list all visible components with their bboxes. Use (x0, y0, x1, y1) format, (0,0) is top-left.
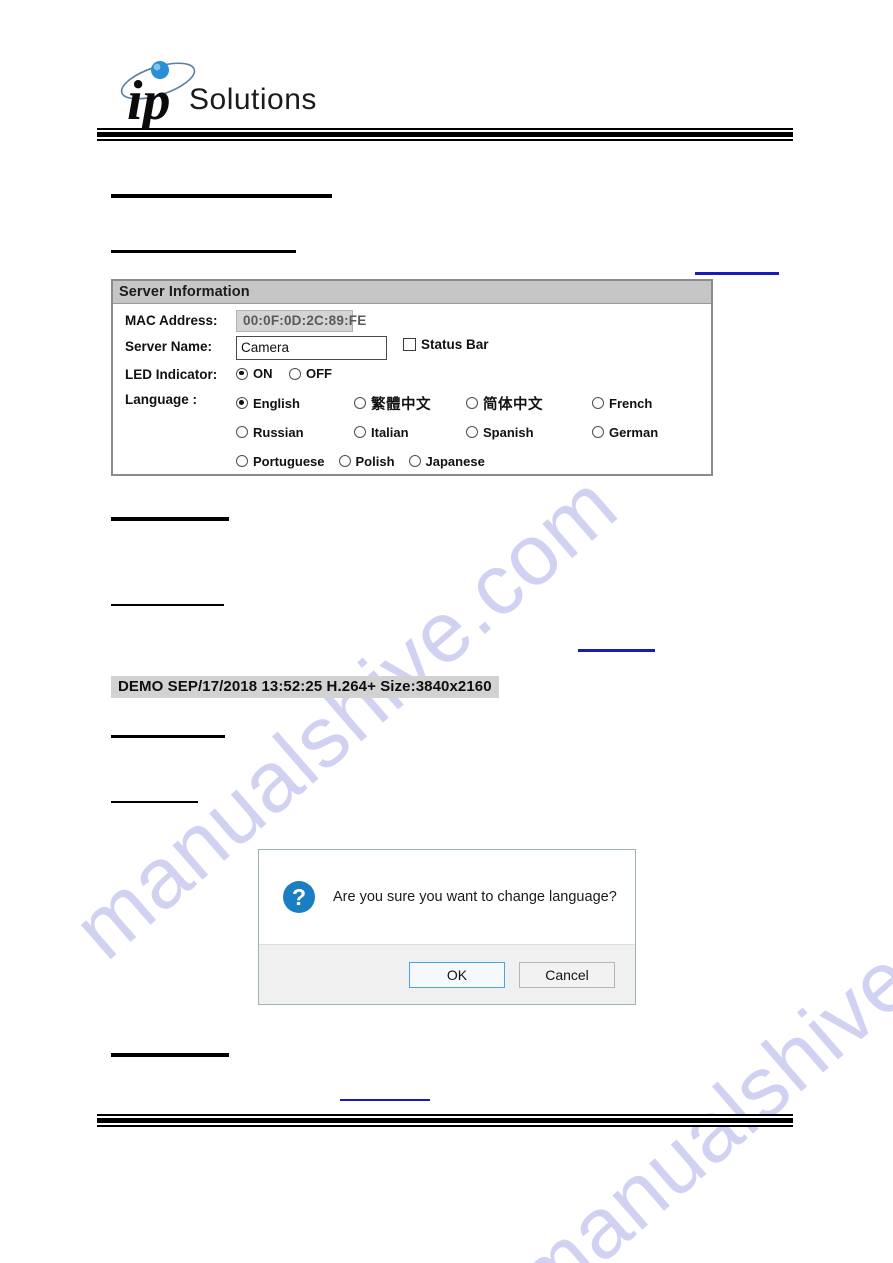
language-option-german[interactable]: German (592, 425, 702, 440)
language-option-english[interactable]: English (236, 396, 354, 411)
language-option-label: English (253, 395, 300, 411)
radio-button-icon[interactable] (466, 426, 478, 438)
footer-rule (97, 1114, 793, 1127)
radio-button-icon[interactable] (236, 367, 248, 380)
language-option-russian[interactable]: Russian (236, 425, 354, 440)
language-option-label: Russian (253, 424, 304, 440)
panel-title: Server Information (113, 281, 711, 304)
dialog-footer: OK Cancel (259, 944, 635, 1004)
led-option-label: ON (253, 366, 273, 381)
logo-graphic: ip Solutions (120, 61, 317, 132)
redacted-text-bar (111, 801, 198, 803)
language-row-1: English 繁體中文 简体中文 French (236, 389, 706, 418)
language-option-italian[interactable]: Italian (354, 425, 466, 440)
language-option-label: Japanese (425, 453, 485, 469)
radio-button-icon[interactable] (354, 426, 366, 438)
language-option-label: 繁體中文 (371, 396, 431, 413)
language-option-label: Polish (355, 453, 395, 469)
dialog-body: ? Are you sure you want to change langua… (259, 850, 635, 944)
led-indicator-row: LED Indicator: ON OFF (125, 364, 711, 385)
language-option-label: French (609, 395, 653, 411)
language-options-group: English 繁體中文 简体中文 French Russian Italian… (236, 389, 706, 476)
redacted-link-bar (578, 649, 655, 652)
redacted-text-bar (111, 735, 225, 738)
svg-text:Solutions: Solutions (189, 83, 317, 116)
language-row: Language : English 繁體中文 简体中文 French Russ… (125, 389, 711, 476)
server-information-panel: Server Information MAC Address: 00:0F:0D… (111, 279, 713, 476)
language-option-label: Portuguese (253, 453, 325, 469)
redacted-text-bar (111, 1053, 229, 1057)
radio-button-icon[interactable] (592, 397, 604, 409)
radio-button-icon[interactable] (354, 397, 366, 409)
language-option-simplified-chinese[interactable]: 简体中文 (466, 393, 592, 414)
language-option-label: Spanish (483, 424, 534, 440)
redacted-link-bar (340, 1099, 430, 1101)
header-rule (97, 128, 793, 141)
led-option-label: OFF (305, 366, 332, 381)
language-option-spanish[interactable]: Spanish (466, 425, 592, 440)
status-bar-label: Status Bar (421, 337, 489, 352)
led-indicator-label: LED Indicator: (125, 367, 218, 382)
document-page: manualshive.com manualshive.com ip Solut… (0, 0, 893, 1263)
language-option-traditional-chinese[interactable]: 繁體中文 (354, 393, 466, 414)
dialog-message: Are you sure you want to change language… (333, 889, 617, 905)
radio-button-icon[interactable] (592, 426, 604, 438)
radio-button-icon[interactable] (338, 455, 351, 467)
status-bar-checkbox[interactable]: Status Bar (403, 336, 489, 352)
mac-address-row: MAC Address: 00:0F:0D:2C:89:FE (125, 310, 711, 332)
led-option-off[interactable]: OFF (288, 366, 332, 381)
server-name-input[interactable]: Camera (236, 336, 387, 360)
change-language-dialog: ? Are you sure you want to change langua… (258, 849, 636, 1005)
language-row-2: Russian Italian Spanish German (236, 418, 706, 447)
language-option-portuguese[interactable]: Portuguese (236, 454, 325, 469)
language-option-japanese[interactable]: Japanese (408, 453, 485, 469)
svg-text:ip: ip (127, 70, 171, 129)
server-name-row: Server Name: Camera Status Bar (125, 336, 711, 360)
radio-button-icon[interactable] (288, 367, 301, 380)
watermark-layer: manualshive.com manualshive.com (0, 0, 893, 1263)
redacted-link-bar (695, 272, 779, 275)
redacted-text-bar (111, 194, 332, 198)
server-name-label: Server Name: (125, 339, 213, 354)
led-options-group: ON OFF (236, 364, 332, 385)
ip-solutions-logo: ip Solutions (117, 57, 317, 132)
ok-button[interactable]: OK (409, 961, 505, 988)
radio-button-icon[interactable] (236, 397, 248, 409)
checkbox-box-icon[interactable] (403, 338, 416, 351)
radio-button-icon[interactable] (236, 426, 248, 438)
header-rule-thin-bottom (97, 139, 793, 141)
cancel-button[interactable]: Cancel (519, 961, 615, 988)
language-option-label: 简体中文 (483, 396, 543, 413)
language-row-3: Portuguese Polish Japanese (236, 447, 706, 476)
panel-body: MAC Address: 00:0F:0D:2C:89:FE Server Na… (113, 304, 711, 476)
radio-button-icon[interactable] (236, 455, 248, 467)
redacted-text-bar (111, 517, 229, 521)
led-option-on[interactable]: ON (236, 366, 273, 381)
redacted-text-bar (111, 250, 296, 253)
mac-address-label: MAC Address: (125, 313, 218, 328)
language-option-label: German (609, 424, 659, 440)
footer-rule-thin-bottom (97, 1125, 793, 1127)
redacted-text-bar (111, 604, 224, 606)
question-mark-icon: ? (283, 881, 315, 913)
language-option-polish[interactable]: Polish (338, 453, 395, 469)
language-label: Language : (125, 391, 198, 407)
radio-button-icon[interactable] (466, 397, 478, 409)
status-bar-preview: DEMO SEP/17/2018 13:52:25 H.264+ Size:38… (111, 676, 499, 698)
radio-button-icon[interactable] (408, 455, 421, 467)
language-option-french[interactable]: French (592, 396, 702, 411)
mac-address-value: 00:0F:0D:2C:89:FE (236, 310, 366, 332)
language-option-label: Italian (371, 424, 409, 440)
